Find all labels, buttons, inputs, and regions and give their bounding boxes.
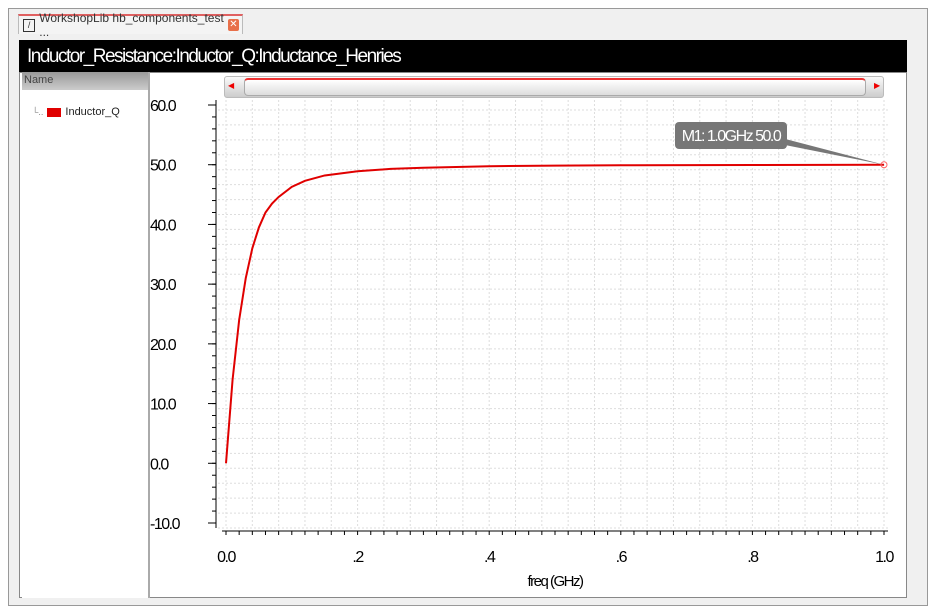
x-tick-label: 1.0	[875, 549, 894, 566]
y-tick-label: 50.0	[150, 158, 177, 175]
x-tick-label: .6	[616, 549, 628, 566]
x-tick-label: 0.0	[217, 549, 236, 566]
y-tick-label: 10.0	[150, 397, 177, 414]
y-tick-label: 0.0	[150, 456, 169, 473]
y-tick-label: 20.0	[150, 337, 177, 354]
series-line-Inductor_Q	[225, 163, 885, 464]
y-tick-label: 30.0	[150, 277, 177, 294]
marker-label: M1: 1.0GHz 50.0	[682, 128, 782, 145]
y-tick-label: -10.0	[150, 516, 181, 533]
chart: 60.0 50.0 40.0 30.0 20.0 10.0 0.0 -10.0 0.0 .2 .4.…	[150, 98, 896, 590]
x-axis-label: freq (GHz)	[527, 573, 584, 590]
x-tick-label: .8	[747, 549, 759, 566]
y-tick-label: 60.0	[150, 98, 177, 115]
y-tick-label: 40.0	[150, 217, 177, 234]
x-tick-label: .2	[352, 549, 364, 566]
x-tick-label: .4	[484, 549, 496, 566]
